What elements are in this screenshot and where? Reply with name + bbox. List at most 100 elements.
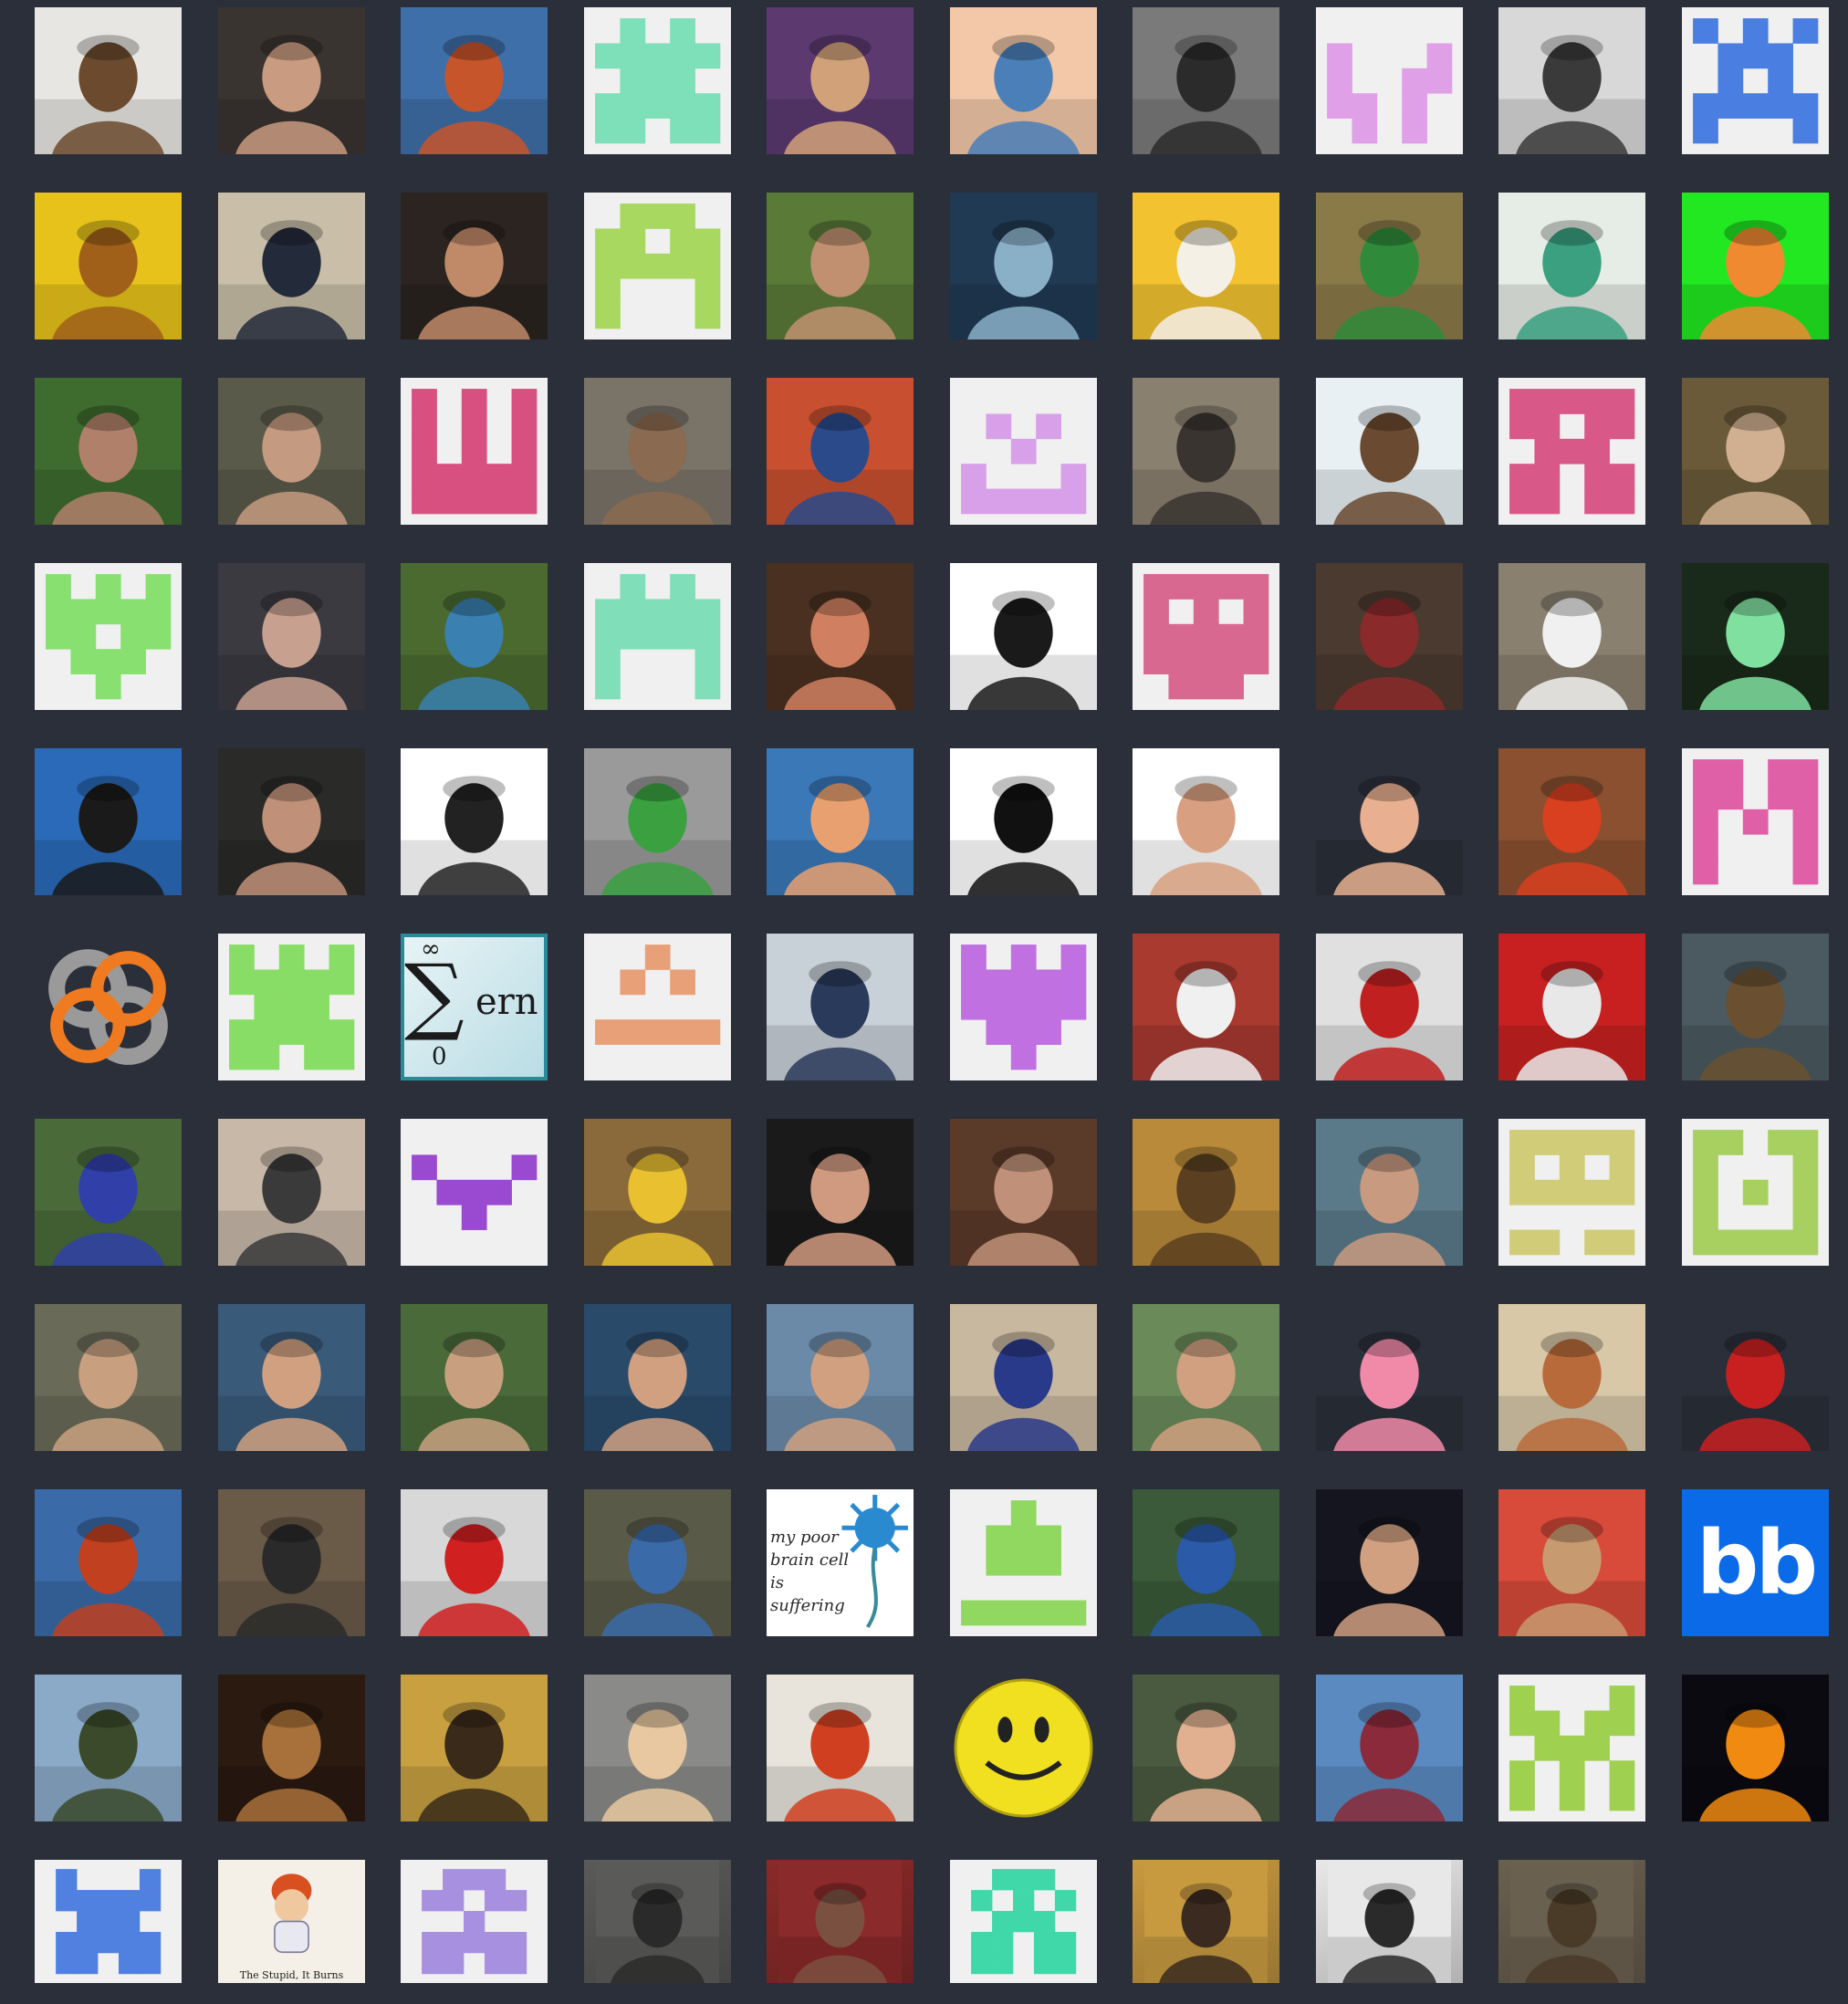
avatar-person-harbor[interactable] xyxy=(767,934,914,1080)
avatar-bee-flower[interactable] xyxy=(35,193,182,339)
avatar-rose-chart[interactable] xyxy=(1682,193,1829,339)
avatar-person-beard-dark[interactable] xyxy=(1133,1860,1279,1983)
avatar-penguin-hat[interactable] xyxy=(950,748,1097,895)
identicon-blue-h[interactable] xyxy=(35,1860,182,1983)
avatar-person-greenhouse[interactable] xyxy=(1133,378,1279,525)
avatar-cartoon-caption[interactable]: The Stupid, It Burns xyxy=(218,1860,365,1983)
avatar-person-climbing[interactable] xyxy=(584,1489,731,1636)
avatar-sum-ern[interactable]: ∞ ∑ ern 0 xyxy=(401,934,548,1080)
avatar-person-bw-profile[interactable] xyxy=(1498,7,1645,154)
avatar-cartoon-mustache[interactable] xyxy=(1133,193,1279,339)
identicon-purple-y[interactable] xyxy=(950,934,1097,1080)
avatar-person-hills[interactable] xyxy=(1133,1304,1279,1451)
identicon-violet-cross[interactable] xyxy=(401,1860,548,1983)
avatar-person-red-tie[interactable] xyxy=(1316,934,1463,1080)
identicon-salmon-stack[interactable] xyxy=(584,934,731,1080)
avatar-person-white-shirt[interactable] xyxy=(1498,563,1645,710)
avatar-person-glasses-young[interactable] xyxy=(218,563,365,710)
avatar-yin-yang[interactable] xyxy=(1682,1675,1829,1821)
avatar-person-dog-red[interactable] xyxy=(1498,934,1645,1080)
avatar-person-helmet-sea[interactable] xyxy=(401,7,548,154)
avatar-person-garden[interactable] xyxy=(35,1119,182,1266)
avatar-person-glasses-smile[interactable] xyxy=(218,7,365,154)
avatar-mech-lights[interactable] xyxy=(1682,563,1829,710)
identicon-mint-tree[interactable] xyxy=(950,1860,1097,1983)
avatar-bitmoji-small[interactable] xyxy=(1316,748,1463,895)
avatar-dog-car[interactable] xyxy=(584,1675,731,1821)
avatar-person-suit-dark[interactable] xyxy=(218,748,365,895)
identicon-pink-t[interactable] xyxy=(1498,378,1645,525)
avatar-person-green-shirt[interactable] xyxy=(1316,193,1463,339)
avatar-person-glasses-bw[interactable] xyxy=(1316,1860,1463,1983)
avatar-person-baseball-cap[interactable] xyxy=(218,1489,365,1636)
avatar-person-baby-carrier[interactable] xyxy=(401,563,548,710)
avatar-person-sweater[interactable] xyxy=(1682,934,1829,1080)
identicon-green-stand[interactable] xyxy=(950,1489,1097,1636)
avatar-sun-doodle[interactable] xyxy=(401,748,548,895)
identicon-purple-face[interactable] xyxy=(401,1119,548,1266)
avatar-person-lake[interactable] xyxy=(767,1304,914,1451)
avatar-person-brick-wall[interactable] xyxy=(1133,934,1279,1080)
avatar-fry-meme[interactable] xyxy=(767,748,914,895)
avatar-person-thinking[interactable] xyxy=(401,1675,548,1821)
avatar-person-helmet-sea-2[interactable] xyxy=(35,1489,182,1636)
avatar-person-colorful-huts[interactable] xyxy=(1498,1489,1645,1636)
avatar-person-hat-grass[interactable] xyxy=(1498,1860,1645,1983)
avatar-person-bw[interactable] xyxy=(1133,7,1279,154)
avatar-person-mural[interactable] xyxy=(767,378,914,525)
avatar-person-closeup[interactable] xyxy=(767,563,914,710)
identicon-lilac-brackets[interactable] xyxy=(1316,7,1463,154)
avatar-person-curly[interactable] xyxy=(584,1304,731,1451)
avatar-cartoon-girl-face[interactable] xyxy=(950,7,1097,154)
identicon-pink-w[interactable] xyxy=(401,378,548,525)
avatar-bb-logo[interactable]: bb xyxy=(1682,1489,1829,1636)
avatar-bitmoji-penguin[interactable] xyxy=(1316,378,1463,525)
avatar-brain-cell-note[interactable]: my poor brain cell is suffering xyxy=(767,1489,914,1636)
identicon-green-castle[interactable] xyxy=(218,934,365,1080)
avatar-person-beard-glasses[interactable] xyxy=(1316,563,1463,710)
avatar-globe-map[interactable] xyxy=(767,1675,914,1821)
avatar-person-dark-bg[interactable] xyxy=(767,1119,914,1266)
avatar-person-bald-grey[interactable] xyxy=(218,378,365,525)
avatar-photographer-camera[interactable] xyxy=(35,748,182,895)
avatar-tux-penguin[interactable] xyxy=(950,563,1097,710)
identicon-lime-arch[interactable] xyxy=(584,193,731,339)
avatar-mosaic-laptop[interactable] xyxy=(1133,1119,1279,1266)
avatar-person-bike-mountain[interactable] xyxy=(35,1675,182,1821)
avatar-person-cap-wall[interactable] xyxy=(584,378,731,525)
avatar-person-mustache[interactable] xyxy=(35,378,182,525)
avatar-person-outdoors[interactable] xyxy=(767,193,914,339)
identicon-magenta-pi[interactable] xyxy=(1682,748,1829,895)
avatar-person-red-jacket[interactable] xyxy=(401,1489,548,1636)
avatar-person-studio-light[interactable] xyxy=(584,1860,731,1983)
identicon-violet-smile[interactable] xyxy=(950,378,1097,525)
avatar-person-suit[interactable] xyxy=(218,193,365,339)
avatar-person-park[interactable] xyxy=(401,1304,548,1451)
avatar-person-smiling-dark[interactable] xyxy=(401,193,548,339)
avatar-person-ruins[interactable] xyxy=(35,1304,182,1451)
avatar-person-fedora[interactable] xyxy=(767,7,914,154)
identicon-lime-frame[interactable] xyxy=(1682,1119,1829,1266)
avatar-person-yellow-beanie[interactable] xyxy=(584,1119,731,1266)
avatar-anime-red-hair[interactable] xyxy=(1498,748,1645,895)
avatar-space-nebula[interactable] xyxy=(950,193,1097,339)
avatar-person-glasses-asian[interactable] xyxy=(218,1119,365,1266)
avatar-person-window[interactable] xyxy=(35,7,182,154)
identicon-mint-invader[interactable] xyxy=(584,563,731,710)
avatar-person-bald-smile[interactable] xyxy=(1133,1675,1279,1821)
avatar-desert-rocks[interactable] xyxy=(1498,1304,1645,1451)
avatar-doodle-cowboy[interactable] xyxy=(950,1304,1097,1451)
identicon-green-psi[interactable] xyxy=(35,563,182,710)
avatar-smiley-face[interactable] xyxy=(950,1675,1097,1821)
avatar-pixel-zombie[interactable] xyxy=(584,748,731,895)
avatar-companion-cube[interactable] xyxy=(1498,193,1645,339)
avatar-person-snow[interactable] xyxy=(1316,1119,1463,1266)
avatar-person-dark-studio[interactable] xyxy=(1316,1489,1463,1636)
avatar-basset-hound[interactable] xyxy=(218,1675,365,1821)
avatar-person-glasses-brick[interactable] xyxy=(950,1119,1097,1266)
identicon-pink-block[interactable] xyxy=(1133,563,1279,710)
avatar-person-waterfall-hood[interactable] xyxy=(1133,1489,1279,1636)
avatar-pixel-wizard[interactable] xyxy=(1682,1304,1829,1451)
logo-e3[interactable] xyxy=(35,934,182,1080)
identicon-khaki-grid[interactable] xyxy=(1498,1119,1645,1266)
